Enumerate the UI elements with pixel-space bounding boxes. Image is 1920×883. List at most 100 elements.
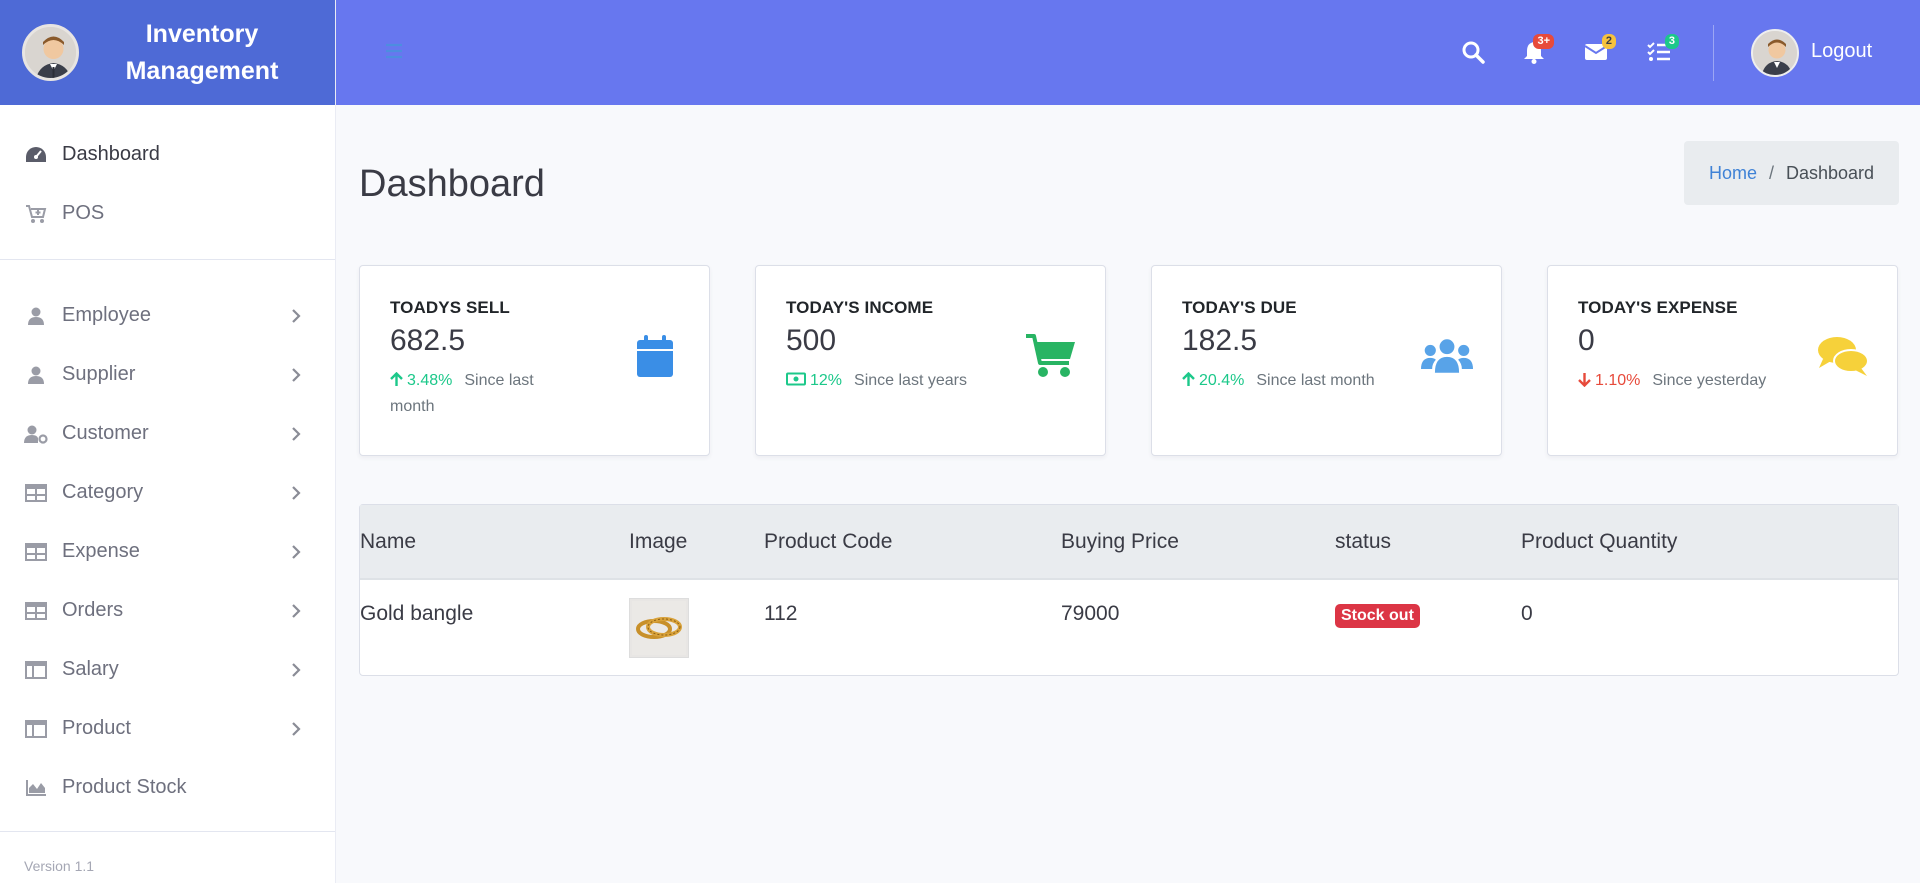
notifications-badge: 3+ bbox=[1533, 34, 1554, 49]
column-header[interactable]: Image bbox=[629, 505, 764, 579]
chevron-right-icon bbox=[292, 544, 301, 559]
brand[interactable]: Inventory Management bbox=[0, 0, 335, 105]
sidebar-item-label: Product bbox=[62, 717, 131, 739]
sidebar-item-customer[interactable]: Customer bbox=[0, 404, 335, 463]
sidebar-item-employee[interactable]: Employee bbox=[0, 286, 335, 345]
search-icon[interactable] bbox=[1459, 38, 1487, 66]
tasks-badge: 3 bbox=[1664, 34, 1679, 49]
tasks-icon[interactable]: 3 bbox=[1645, 34, 1679, 66]
user-icon bbox=[24, 363, 48, 387]
column-header[interactable]: Product Code bbox=[764, 505, 1061, 579]
sidebar-item-label: Orders bbox=[62, 599, 124, 621]
sidebar-item-label: POS bbox=[62, 202, 105, 224]
card-change-value: 12% bbox=[810, 372, 843, 389]
chevron-right-icon bbox=[292, 308, 301, 323]
user-avatar[interactable] bbox=[1751, 29, 1799, 77]
envelope-icon[interactable]: 2 bbox=[1582, 34, 1616, 66]
column-header[interactable]: Name bbox=[360, 505, 629, 579]
column-header[interactable]: Buying Price bbox=[1061, 505, 1335, 579]
arrow-up-icon bbox=[1182, 371, 1195, 386]
sidebar-item-supplier[interactable]: Supplier bbox=[0, 345, 335, 404]
sidebar-item-product[interactable]: Product bbox=[0, 699, 335, 758]
card-change: 1.10% bbox=[1578, 372, 1640, 389]
page-title: Dashboard bbox=[359, 163, 545, 205]
card-change: 20.4% bbox=[1182, 371, 1245, 389]
products-table-container: Name Image Product Code Buying Price sta… bbox=[359, 504, 1899, 676]
sidebar-item-pos[interactable]: POS bbox=[0, 184, 335, 243]
menu-toggle-icon[interactable] bbox=[384, 40, 404, 62]
sidebar-divider bbox=[0, 259, 335, 260]
messages-badge: 2 bbox=[1601, 34, 1616, 49]
users-icon bbox=[1421, 330, 1473, 382]
chevron-right-icon bbox=[292, 603, 301, 618]
breadcrumb: Home / Dashboard bbox=[1684, 141, 1899, 205]
card-label: TODAY'S INCOME bbox=[786, 298, 934, 317]
comments-icon bbox=[1817, 330, 1869, 382]
cell-product-code: 112 bbox=[764, 602, 798, 625]
stat-card-todays-due: TODAY'S DUE 182.5 20.4% Since last month bbox=[1151, 265, 1502, 456]
arrow-up-icon bbox=[390, 371, 403, 386]
user-icon bbox=[24, 304, 48, 328]
table-row[interactable]: Gold bangle 112 79000 Stock out 0 bbox=[360, 579, 1898, 675]
stat-card-todays-expense: TODAY'S EXPENSE 0 1.10% Since yesterday bbox=[1547, 265, 1898, 456]
status-badge: Stock out bbox=[1335, 604, 1420, 628]
columns-icon bbox=[24, 717, 48, 741]
sidebar-item-product-stock[interactable]: Product Stock bbox=[0, 758, 335, 817]
column-header[interactable]: Product Quantity bbox=[1521, 505, 1898, 579]
stat-card-todays-sell: TOADYS SELL 682.5 3.48% Since last month bbox=[359, 265, 710, 456]
sidebar-item-salary[interactable]: Salary bbox=[0, 640, 335, 699]
sidebar-item-label: Supplier bbox=[62, 363, 136, 385]
card-change-value: 3.48% bbox=[407, 372, 453, 389]
sidebar-item-orders[interactable]: Orders bbox=[0, 581, 335, 640]
card-label: TODAY'S DUE bbox=[1182, 298, 1297, 317]
column-header[interactable]: status bbox=[1335, 505, 1521, 579]
table-header-row: Name Image Product Code Buying Price sta… bbox=[360, 505, 1898, 579]
brand-title: Inventory Management bbox=[125, 19, 279, 85]
card-change-value: 1.10% bbox=[1595, 372, 1641, 389]
sidebar-item-label: Expense bbox=[62, 540, 140, 562]
bell-icon[interactable]: 3+ bbox=[1520, 34, 1554, 66]
chart-area-icon bbox=[24, 776, 48, 800]
sidebar-item-dashboard[interactable]: Dashboard bbox=[0, 125, 335, 184]
shopping-cart-icon bbox=[1025, 330, 1077, 382]
sidebar-item-expense[interactable]: Expense bbox=[0, 522, 335, 581]
table-icon bbox=[24, 599, 48, 623]
breadcrumb-home-link[interactable]: Home bbox=[1709, 163, 1757, 184]
sidebar-item-label: Dashboard bbox=[62, 143, 160, 165]
sidebar-item-label: Product Stock bbox=[62, 776, 187, 798]
money-bill-icon bbox=[786, 372, 806, 386]
stat-card-todays-income: TODAY'S INCOME 500 12% Since last years bbox=[755, 265, 1106, 456]
card-change-value: 20.4% bbox=[1199, 372, 1245, 389]
tachometer-icon bbox=[24, 143, 48, 167]
sidebar-item-label: Category bbox=[62, 481, 144, 503]
calendar-icon bbox=[629, 330, 681, 382]
sidebar-item-label: Salary bbox=[62, 658, 119, 680]
cell-buying-price: 79000 bbox=[1061, 602, 1120, 625]
topbar-divider bbox=[1713, 25, 1714, 81]
card-change: 3.48% bbox=[390, 371, 453, 389]
card-since: Since last years bbox=[854, 372, 967, 389]
cell-name: Gold bangle bbox=[360, 602, 474, 625]
columns-icon bbox=[24, 658, 48, 682]
topbar: 3+ 2 3 Logout bbox=[336, 0, 1920, 105]
version-label: Version 1.1 bbox=[24, 858, 95, 874]
brand-avatar bbox=[22, 24, 79, 81]
logout-link[interactable]: Logout bbox=[1811, 40, 1872, 63]
chevron-right-icon bbox=[292, 721, 301, 736]
breadcrumb-current: Dashboard bbox=[1785, 162, 1875, 183]
card-since: Since last month bbox=[1256, 372, 1375, 389]
product-thumbnail[interactable] bbox=[629, 598, 689, 658]
table-icon bbox=[24, 481, 48, 505]
chevron-right-icon bbox=[292, 367, 301, 382]
cell-image bbox=[629, 579, 764, 675]
chevron-right-icon bbox=[292, 485, 301, 500]
card-label: TOADYS SELL bbox=[390, 298, 510, 317]
card-since: Since yesterday bbox=[1652, 372, 1767, 389]
sidebar-item-category[interactable]: Category bbox=[0, 463, 335, 522]
chevron-right-icon bbox=[292, 426, 301, 441]
sidebar-item-label: Employee bbox=[62, 304, 151, 326]
card-label: TODAY'S EXPENSE bbox=[1578, 298, 1738, 317]
cell-status: Stock out bbox=[1335, 579, 1521, 675]
card-change: 12% bbox=[786, 372, 842, 389]
cell-quantity: 0 bbox=[1521, 602, 1533, 625]
